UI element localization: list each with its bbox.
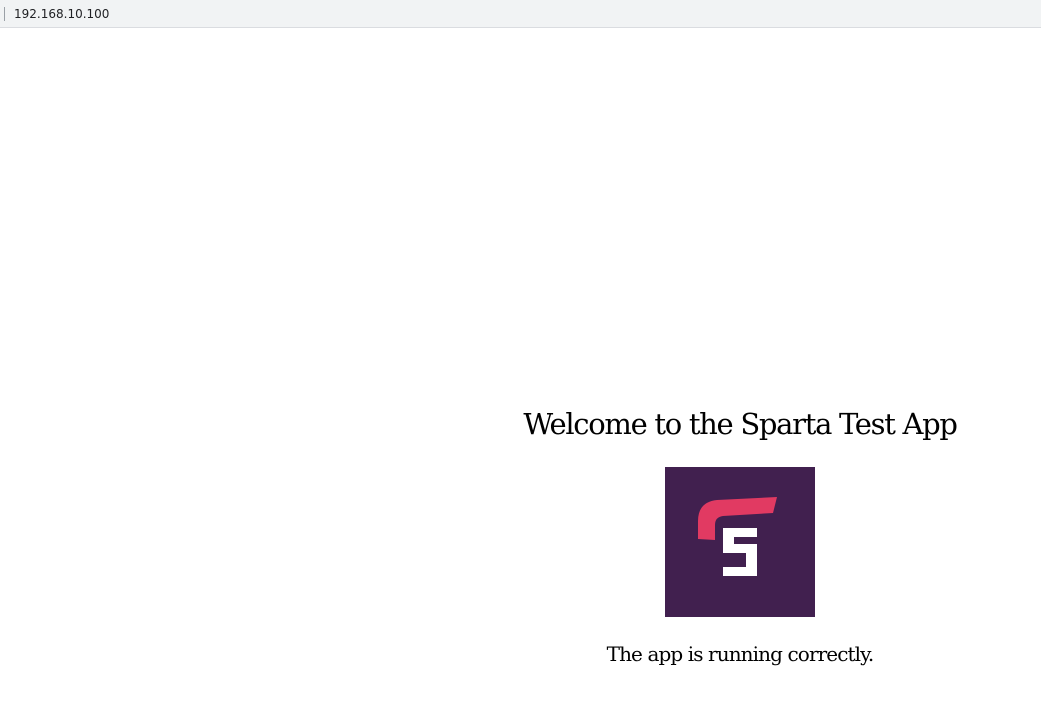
page-content: Welcome to the Sparta Test App The app i… [0, 29, 1041, 718]
sparta-logo [665, 467, 815, 617]
page-title: Welcome to the Sparta Test App [523, 407, 958, 441]
sparta-s-logo-icon [698, 497, 777, 576]
logo-letter-s [723, 528, 757, 576]
status-message: The app is running correctly. [606, 642, 875, 666]
address-bar-caret [4, 7, 5, 21]
address-bar[interactable]: 192.168.10.100 [0, 0, 1041, 28]
address-bar-url[interactable]: 192.168.10.100 [14, 6, 109, 22]
